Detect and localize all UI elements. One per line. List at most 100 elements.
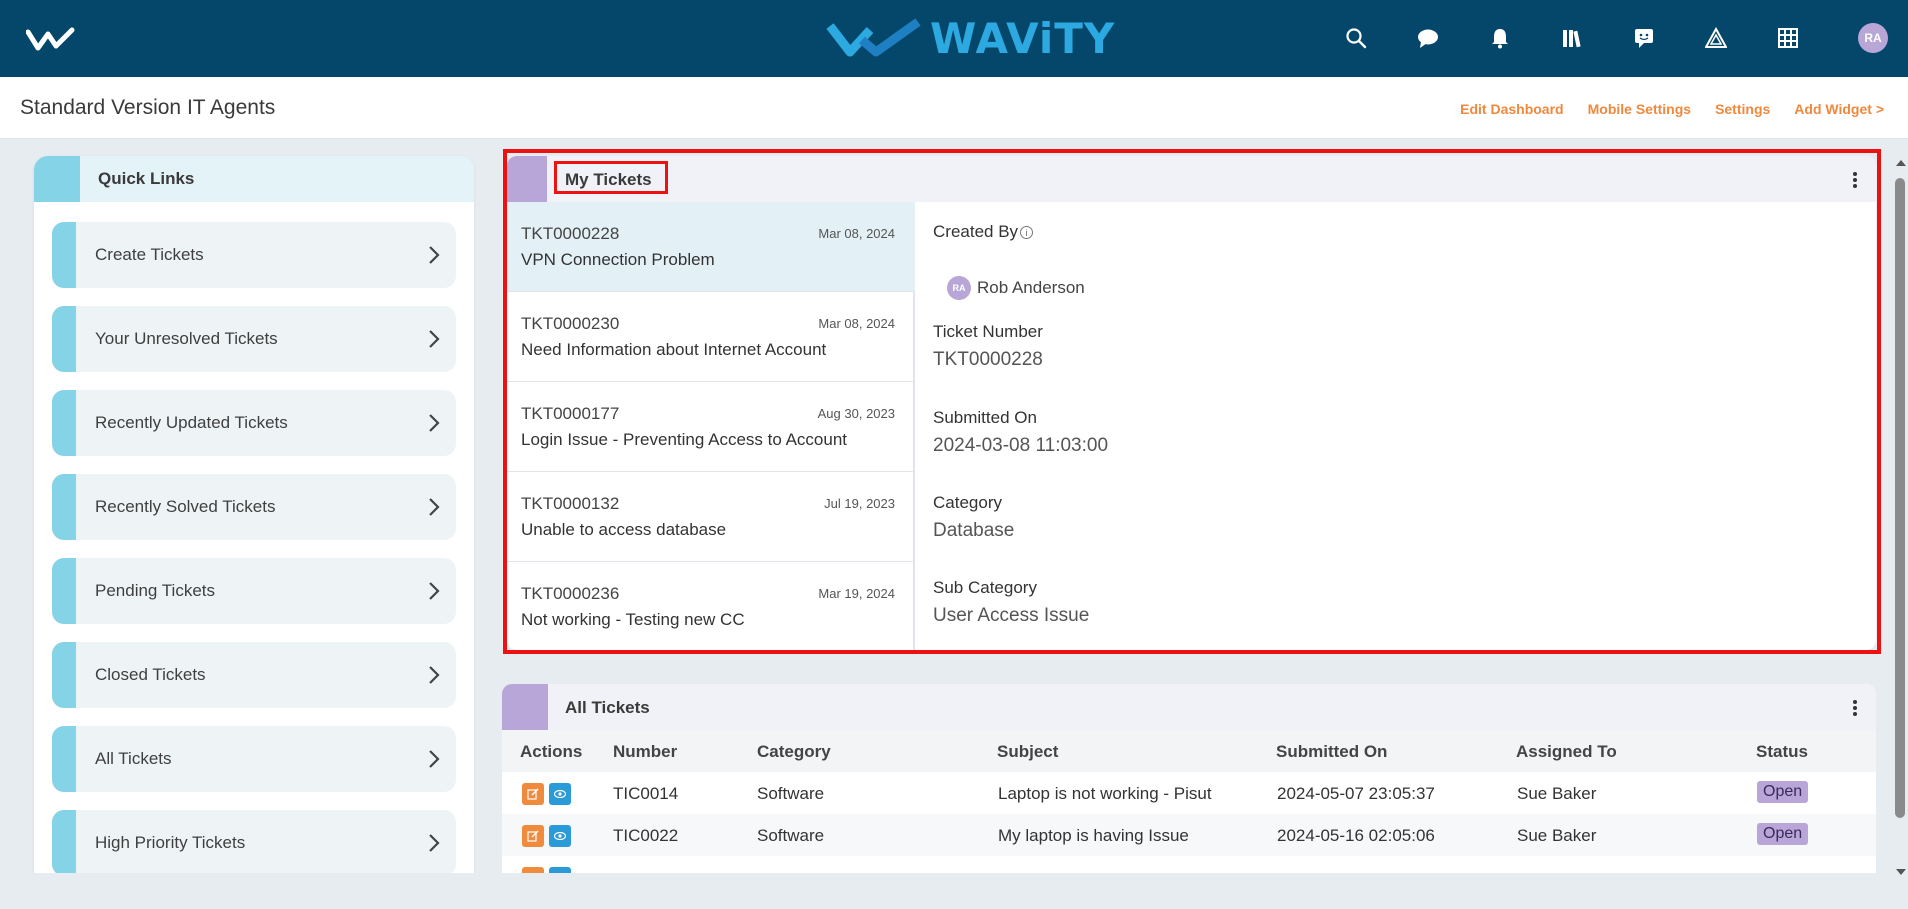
ticket-number-label: Ticket Number [933, 322, 1043, 341]
quick-link-high-priority[interactable]: High Priority Tickets [52, 810, 456, 876]
sub-category-label: Sub Category [933, 578, 1037, 597]
more-options-icon[interactable] [1852, 171, 1858, 189]
my-tickets-widget: My Tickets TKT0000228 Mar 08, 2024 VPN C… [507, 156, 1876, 650]
more-options-icon[interactable] [1852, 699, 1858, 717]
column-header[interactable]: Assigned To [1516, 742, 1617, 762]
cell-submitted-on: 2024-05-16 02:05:06 [1277, 826, 1435, 845]
cell-number: TIC0022 [613, 826, 679, 845]
view-icon[interactable] [549, 783, 571, 805]
column-header[interactable]: Category [757, 742, 831, 762]
ticket-list-item[interactable]: TKT0000236 Mar 19, 2024 Not working - Te… [507, 562, 915, 650]
quick-link-pending-tickets[interactable]: Pending Tickets [52, 558, 456, 624]
quick-links-accent [34, 156, 80, 202]
ticket-number-value: TKT0000228 [933, 349, 1043, 370]
column-header[interactable]: Actions [520, 742, 582, 762]
ticket-subject: Not working - Testing new CC [521, 610, 745, 629]
quick-link-unresolved-tickets[interactable]: Your Unresolved Tickets [52, 306, 456, 372]
ticket-list-item[interactable]: TKT0000132 Jul 19, 2023 Unable to access… [507, 472, 915, 562]
view-icon[interactable] [549, 825, 571, 847]
creator: RA Rob Anderson [947, 276, 1085, 300]
all-tickets-title: All Tickets [565, 698, 650, 717]
home-logo-icon[interactable] [25, 26, 76, 52]
edit-icon[interactable] [522, 783, 544, 805]
info-icon[interactable]: i [1020, 226, 1034, 239]
mobile-settings-link[interactable]: Mobile Settings [1588, 101, 1691, 117]
ticket-date: Mar 08, 2024 [818, 226, 895, 241]
user-avatar[interactable]: RA [1858, 23, 1888, 53]
cell-assigned-to: Sue Baker [1517, 784, 1597, 803]
ticket-list-item[interactable]: TKT0000230 Mar 08, 2024 Need Information… [507, 292, 915, 382]
edit-icon[interactable] [522, 825, 544, 847]
ticket-subject: VPN Connection Problem [521, 250, 715, 269]
page-footer-band [0, 873, 1908, 909]
my-tickets-title: My Tickets [565, 170, 652, 189]
chevron-right-icon [429, 582, 440, 600]
ticket-list-item[interactable]: TKT0000228 Mar 08, 2024 VPN Connection P… [507, 202, 915, 292]
scroll-down-arrow-icon[interactable] [1896, 869, 1906, 875]
my-tickets-accent [507, 156, 547, 202]
apps-grid-icon[interactable] [1772, 22, 1804, 54]
submitted-on-value: 2024-03-08 11:03:00 [933, 435, 1109, 456]
page-title: Standard Version IT Agents [20, 96, 276, 119]
cell-number: TIC0014 [613, 784, 679, 803]
scroll-thumb[interactable] [1895, 178, 1905, 818]
ticket-list-item[interactable]: TKT0000177 Aug 30, 2023 Login Issue - Pr… [507, 382, 915, 472]
search-icon[interactable] [1340, 22, 1372, 54]
ticket-date: Mar 19, 2024 [818, 586, 895, 601]
quick-link-label: Closed Tickets [95, 665, 206, 684]
chevron-right-icon [429, 330, 440, 348]
column-header[interactable]: Submitted On [1276, 742, 1387, 762]
feedback-icon[interactable] [1628, 22, 1660, 54]
all-tickets-header: All Tickets [502, 684, 1876, 730]
quick-link-all-tickets[interactable]: All Tickets [52, 726, 456, 792]
edit-dashboard-link[interactable]: Edit Dashboard [1460, 101, 1563, 117]
all-tickets-accent [502, 684, 548, 730]
ticket-number: TKT0000132 [521, 494, 620, 513]
cell-subject: Laptop is not working - Pisut [998, 784, 1212, 803]
page-scrollbar[interactable] [1892, 160, 1908, 875]
alert-icon[interactable] [1700, 22, 1732, 54]
table-row[interactable]: TIC0014 Software Laptop is not working -… [502, 772, 1876, 814]
created-by-label: Created By i [933, 222, 1034, 242]
ticket-subject: Unable to access database [521, 520, 727, 539]
quick-links-panel: Quick Links Create Tickets Your Unresolv… [34, 156, 474, 909]
quick-link-closed-tickets[interactable]: Closed Tickets [52, 642, 456, 708]
ticket-number: TKT0000236 [521, 584, 620, 603]
ticket-detail: Created By i RA Rob Anderson Ticket Numbe… [933, 202, 1853, 650]
table-row[interactable]: TIC0022 Software My laptop is having Iss… [502, 814, 1876, 856]
quick-links-title: Quick Links [98, 169, 195, 188]
ticket-subject: Login Issue - Preventing Access to Accou… [521, 430, 848, 449]
chat-icon[interactable] [1412, 22, 1444, 54]
status-badge: Open [1757, 781, 1809, 803]
column-header[interactable]: Status [1756, 742, 1808, 762]
quick-link-label: Recently Solved Tickets [95, 497, 276, 516]
scroll-up-arrow-icon[interactable] [1896, 160, 1906, 166]
status-badge: Open [1757, 823, 1809, 845]
chevron-right-icon [429, 246, 440, 264]
brand-name: WAViTY [930, 13, 1116, 63]
quick-link-recently-solved[interactable]: Recently Solved Tickets [52, 474, 456, 540]
cell-category: Software [757, 826, 825, 845]
chevron-right-icon [429, 750, 440, 768]
bell-icon[interactable] [1484, 22, 1516, 54]
ticket-number: TKT0000230 [521, 314, 620, 333]
quick-link-label: High Priority Tickets [95, 833, 246, 852]
ticket-list: TKT0000228 Mar 08, 2024 VPN Connection P… [507, 202, 915, 650]
sub-category-value: User Access Issue [933, 605, 1090, 626]
ticket-number: TKT0000177 [521, 404, 620, 423]
brand-logo: WAViTY [826, 13, 1116, 63]
dashboard-header: Standard Version IT Agents Edit Dashboar… [0, 77, 1908, 139]
library-icon[interactable] [1556, 22, 1588, 54]
column-header[interactable]: Subject [997, 742, 1058, 762]
quick-link-create-tickets[interactable]: Create Tickets [52, 222, 456, 288]
quick-link-recently-updated[interactable]: Recently Updated Tickets [52, 390, 456, 456]
add-widget-link[interactable]: Add Widget > [1794, 101, 1884, 117]
ticket-date: Aug 30, 2023 [817, 406, 895, 421]
creator-name: Rob Anderson [977, 278, 1085, 297]
quick-link-label: Recently Updated Tickets [95, 413, 288, 432]
column-header[interactable]: Number [613, 742, 677, 762]
cell-submitted-on: 2024-05-07 23:05:37 [1277, 784, 1435, 803]
settings-link[interactable]: Settings [1715, 101, 1770, 117]
chevron-right-icon [429, 498, 440, 516]
quick-links-header: Quick Links [34, 156, 474, 202]
